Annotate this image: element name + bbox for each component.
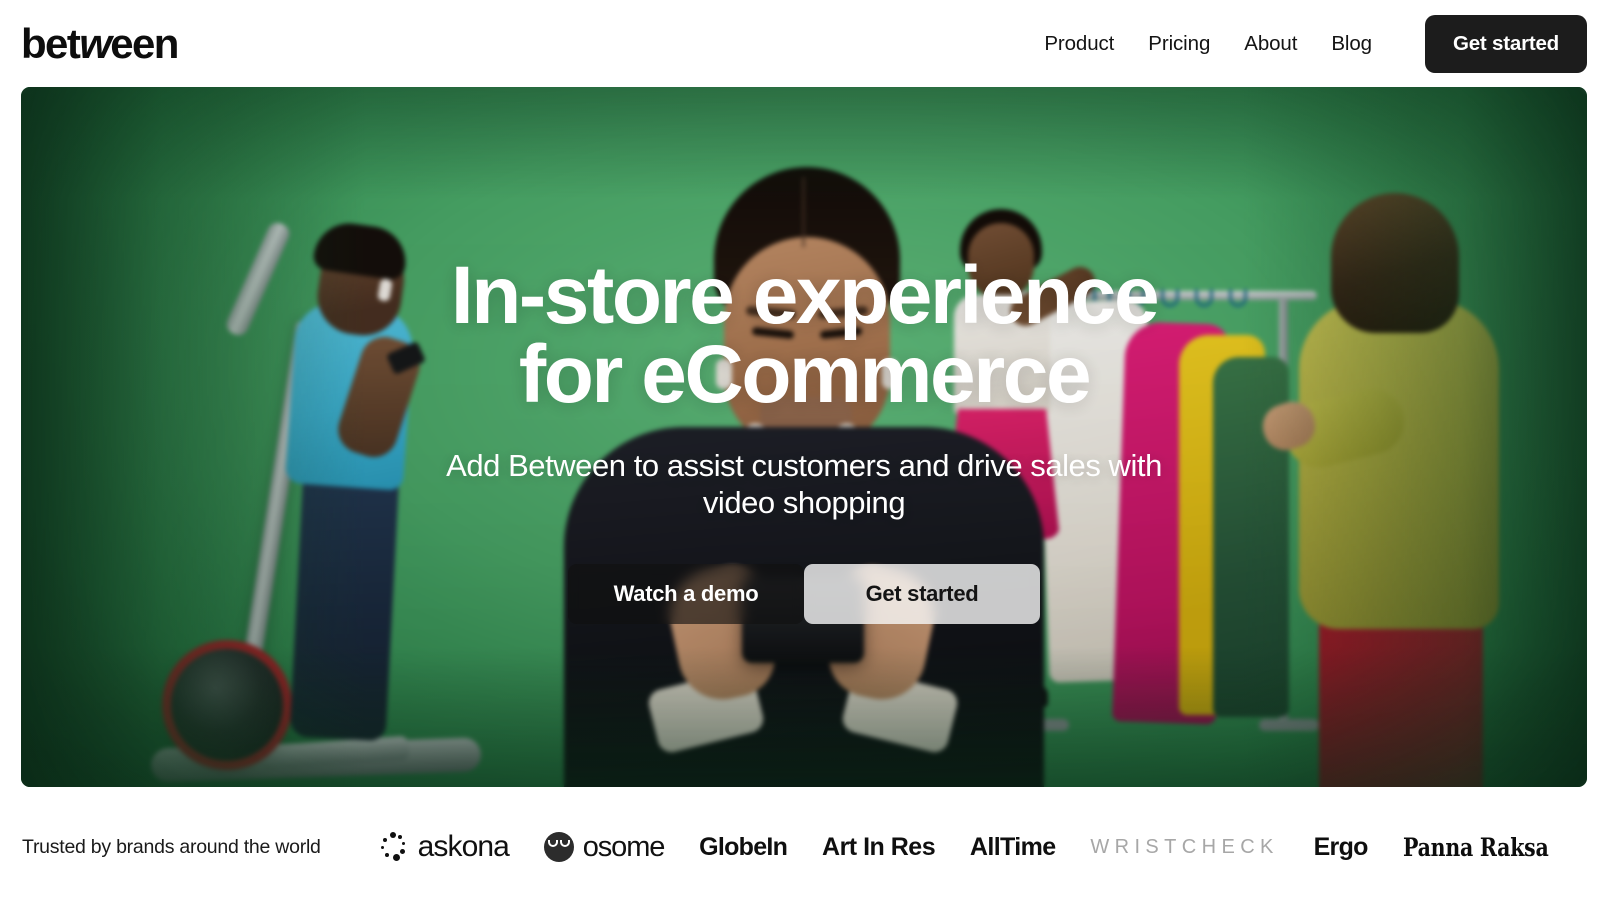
nav-link-pricing[interactable]: Pricing [1131, 32, 1227, 56]
brand-logo-wristcheck[interactable]: WRISTCHECK [1090, 836, 1278, 859]
brand-logo-ergo[interactable]: Ergo [1314, 833, 1369, 862]
brand-logo-osome[interactable]: osome [543, 830, 666, 864]
brand-logo-part-1: bet [21, 19, 81, 67]
brand-logo-list: askona osome GlobeIn Art In Res AllTime … [321, 830, 1586, 864]
osome-wordmark: osome [582, 830, 666, 863]
brand-logo-part-2: een [110, 19, 179, 67]
brand-logo-panna-raksa[interactable]: Panna Raksa [1403, 833, 1549, 862]
brand-logo-alltime[interactable]: AllTime [970, 833, 1056, 862]
hero-subtitle: Add Between to assist customers and driv… [446, 448, 1162, 521]
hero-section: In-store experience for eCommerce Add Be… [21, 87, 1587, 787]
brand-logo-globein[interactable]: GlobeIn [699, 833, 788, 862]
site-header: between Product Pricing About Blog Get s… [0, 0, 1608, 87]
hero-headline: In-store experience for eCommerce [61, 255, 1547, 416]
brand-logo-italic-w: w [79, 19, 112, 67]
main-navigation: Product Pricing About Blog Get started [1027, 14, 1587, 73]
hero-action-buttons: Watch a demo Get started [61, 563, 1547, 624]
hero-get-started-button[interactable]: Get started [804, 563, 1040, 624]
askona-wordmark: askona [417, 830, 510, 863]
nav-link-about[interactable]: About [1227, 32, 1314, 56]
osome-face-icon [543, 832, 574, 862]
trusted-by-label: Trusted by brands around the world [22, 835, 321, 858]
header-get-started-button[interactable]: Get started [1424, 14, 1587, 73]
askona-dots-icon [379, 832, 409, 862]
trusted-by-bar: Trusted by brands around the world askon… [0, 812, 1608, 882]
hero-headline-line-2: for eCommerce [518, 328, 1092, 420]
brand-logo-askona[interactable]: askona [379, 830, 510, 864]
hero-content: In-store experience for eCommerce Add Be… [21, 255, 1587, 624]
watch-demo-button[interactable]: Watch a demo [568, 563, 804, 624]
nav-link-product[interactable]: Product [1027, 32, 1131, 56]
brand-logo[interactable]: between [21, 19, 179, 67]
hero-headline-line-1: In-store experience [450, 250, 1160, 341]
brand-logo-art-in-res[interactable]: Art In Res [822, 833, 936, 862]
nav-link-blog[interactable]: Blog [1314, 32, 1389, 56]
